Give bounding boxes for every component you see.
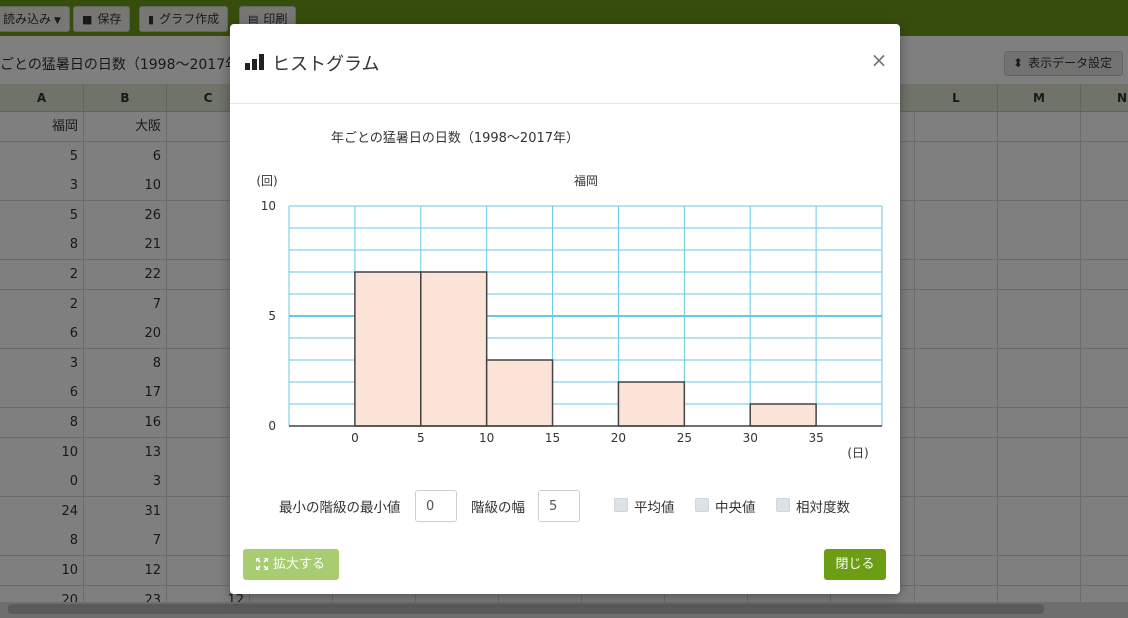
y-tick-labels: 0 5 10 [261, 199, 276, 433]
histogram-bar [485, 359, 554, 427]
x-tick-label: 0 [351, 431, 359, 445]
relative-frequency-checkbox[interactable] [776, 498, 790, 512]
histogram-dialog: ヒストグラム × 年ごとの猛暑日の日数（1998〜2017年） (回) 福岡 (… [230, 24, 900, 594]
x-tick-labels: 0 5 10 15 20 25 30 35 [351, 431, 824, 445]
class-width-input[interactable] [538, 490, 580, 522]
y-tick-label: 5 [268, 309, 276, 323]
dialog-title: ヒストグラム [272, 54, 380, 75]
y-tick-label: 0 [268, 419, 276, 433]
expand-button[interactable]: 拡大する [243, 549, 339, 580]
expand-arrows-icon [256, 558, 268, 570]
chart-bars [289, 271, 882, 427]
x-tick-label: 15 [545, 431, 560, 445]
bar-chart-icon [245, 54, 264, 70]
mean-label: 平均値 [634, 500, 675, 516]
expand-label: 拡大する [273, 557, 326, 572]
x-tick-label: 35 [808, 431, 823, 445]
x-tick-label: 30 [743, 431, 758, 445]
close-button[interactable]: 閉じる [824, 549, 886, 580]
histogram-bar [617, 381, 686, 427]
x-tick-label: 25 [677, 431, 692, 445]
histogram-bar [749, 403, 817, 427]
dialog-header: ヒストグラム × [230, 24, 900, 104]
histogram-bar [420, 271, 488, 427]
close-icon[interactable]: × [870, 48, 888, 72]
relative-frequency-label: 相対度数 [796, 500, 850, 516]
mean-checkbox[interactable] [614, 498, 628, 512]
x-tick-label: 20 [611, 431, 626, 445]
x-tick-label: 10 [479, 431, 494, 445]
min-class-input[interactable] [415, 490, 457, 522]
class-width-label: 階級の幅 [471, 500, 525, 516]
x-tick-label: 5 [417, 431, 425, 445]
y-tick-label: 10 [261, 199, 276, 213]
histogram-bar [354, 271, 422, 427]
median-label: 中央値 [715, 500, 756, 516]
chart-title: 年ごとの猛暑日の日数（1998〜2017年） [331, 130, 579, 146]
min-class-label: 最小の階級の最小値 [279, 500, 401, 516]
x-axis-label: (日) [847, 446, 868, 460]
series-label: 福岡 [574, 173, 598, 188]
median-checkbox[interactable] [695, 498, 709, 512]
y-axis-label: (回) [256, 174, 277, 188]
histogram-chart: 年ごとの猛暑日の日数（1998〜2017年） (回) 福岡 (日) 0 5 10 0… [256, 130, 883, 460]
